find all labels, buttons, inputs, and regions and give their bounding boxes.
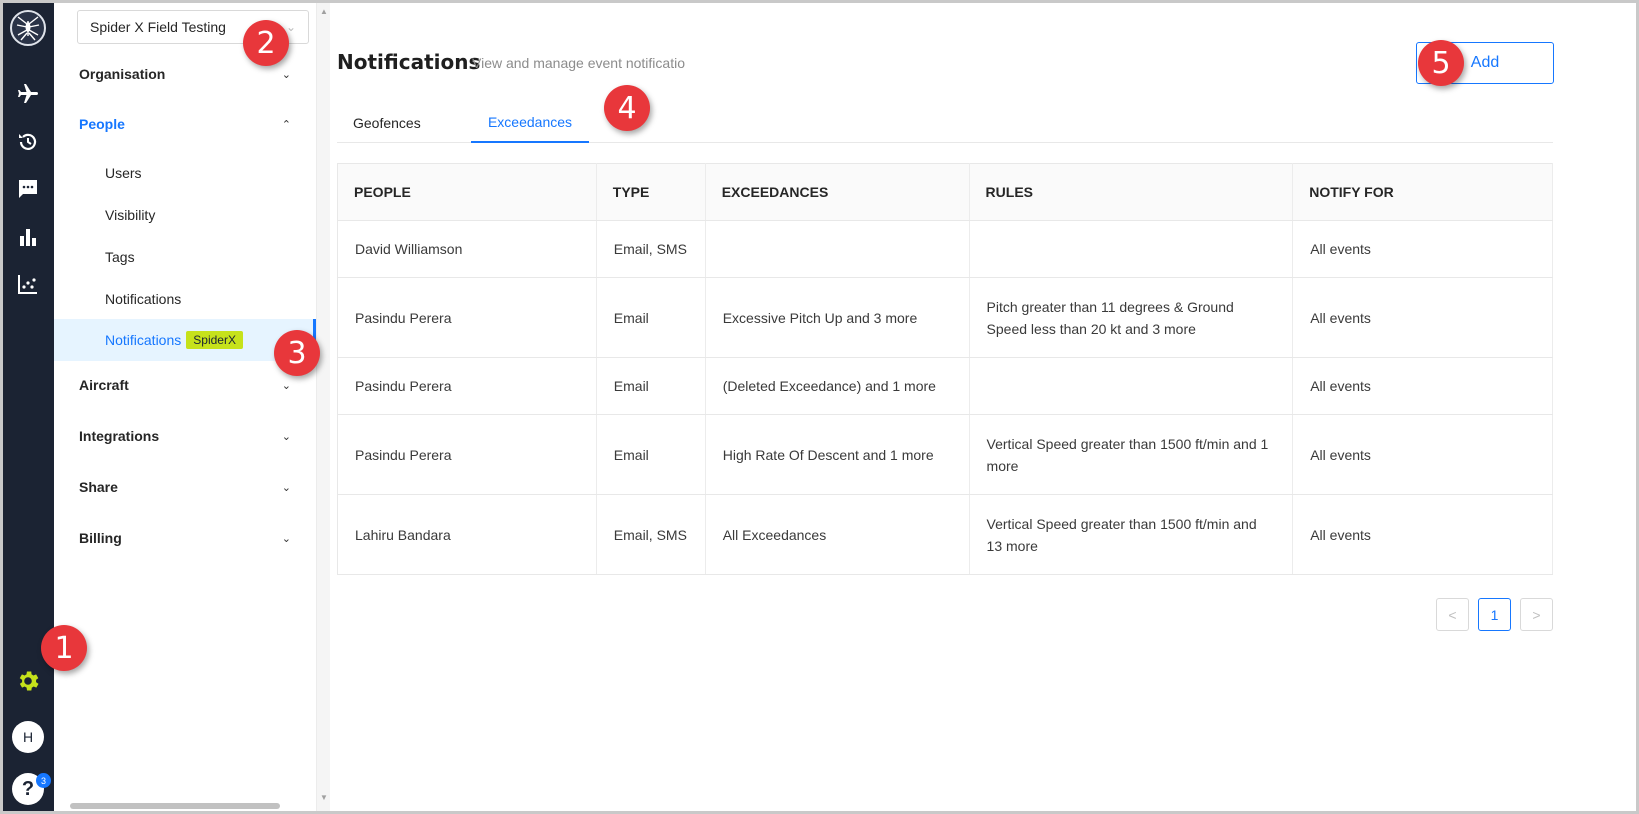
- cell-notify-for: All events: [1292, 414, 1553, 495]
- cell-type: Email, SMS: [596, 220, 706, 278]
- cell-notify-for: All events: [1292, 494, 1553, 575]
- pagination-page-1[interactable]: 1: [1478, 598, 1511, 631]
- help-badge: 3: [36, 773, 51, 788]
- cell-rules: Vertical Speed greater than 1500 ft/min …: [969, 494, 1294, 575]
- tab-label: Geofences: [353, 114, 421, 131]
- menu-item-tags[interactable]: Tags: [54, 237, 316, 277]
- column-header-type: TYPE: [596, 163, 706, 221]
- column-header-rules: RULES: [969, 163, 1294, 221]
- menu-item-visibility[interactable]: Visibility: [54, 195, 316, 235]
- menu-section-integrations[interactable]: Integrations ⌄: [54, 418, 316, 454]
- callout-2: 2: [243, 20, 289, 66]
- cell-notify-for: All events: [1292, 277, 1553, 358]
- icon-rail: H ? 3: [3, 3, 59, 811]
- cell-type: Email: [596, 357, 706, 415]
- scroll-down-icon[interactable]: ▼: [320, 793, 328, 802]
- menu-section-label: Organisation: [79, 66, 166, 82]
- cell-type: Email, SMS: [596, 494, 706, 575]
- spiderx-tag: SpiderX: [186, 331, 243, 349]
- cell-type: Email: [596, 277, 706, 358]
- menu-item-label: Users: [105, 165, 142, 181]
- chevron-down-icon: ⌄: [281, 481, 291, 494]
- column-header-people: PEOPLE: [337, 163, 597, 221]
- cell-type: Email: [596, 414, 706, 495]
- main-content: Notifications View and manage event noti…: [330, 3, 1636, 811]
- app-window: H ? 3 Spider X Field Testing ⌄ Organisat…: [0, 0, 1639, 814]
- plane-icon[interactable]: [15, 81, 41, 107]
- menu-section-label: Share: [79, 479, 118, 495]
- cell-notify-for: All events: [1292, 357, 1553, 415]
- scatter-chart-icon[interactable]: [15, 271, 41, 297]
- table-row[interactable]: Pasindu Perera Email Excessive Pitch Up …: [337, 277, 1553, 358]
- callout-3: 3: [274, 330, 320, 376]
- cell-rules: Pitch greater than 11 degrees & Ground S…: [969, 277, 1294, 358]
- table-row[interactable]: Lahiru Bandara Email, SMS All Exceedance…: [337, 494, 1553, 575]
- page-title: Notifications: [337, 50, 481, 74]
- tab-geofences[interactable]: Geofences: [353, 102, 443, 143]
- cell-rules: [969, 357, 1294, 415]
- notifications-table: PEOPLE TYPE EXCEEDANCES RULES NOTIFY FOR…: [337, 163, 1553, 575]
- cell-people: Pasindu Perera: [337, 357, 597, 415]
- cell-exceedances: All Exceedances: [705, 494, 970, 575]
- cell-people: Pasindu Perera: [337, 277, 597, 358]
- cell-exceedances: High Rate Of Descent and 1 more: [705, 414, 970, 495]
- pagination-next-button[interactable]: >: [1520, 598, 1553, 631]
- menu-item-users[interactable]: Users: [54, 153, 316, 193]
- callout-4: 4: [604, 85, 650, 131]
- menu-section-label: Aircraft: [79, 377, 129, 393]
- gear-icon[interactable]: [15, 668, 41, 694]
- menu-section-share[interactable]: Share ⌄: [54, 469, 316, 505]
- chevron-down-icon: ⌄: [285, 20, 296, 34]
- chevron-down-icon: ⌄: [281, 532, 291, 545]
- cell-rules: [969, 220, 1294, 278]
- chevron-down-icon: ⌄: [281, 68, 291, 81]
- chevron-up-icon: ⌃: [281, 118, 291, 131]
- cell-exceedances: Excessive Pitch Up and 3 more: [705, 277, 970, 358]
- table-row[interactable]: David Williamson Email, SMS All events: [337, 220, 1553, 278]
- cell-rules: Vertical Speed greater than 1500 ft/min …: [969, 414, 1294, 495]
- menu-item-notifications[interactable]: Notifications: [54, 279, 316, 319]
- tab-exceedances[interactable]: Exceedances: [471, 102, 589, 143]
- settings-sidebar: Spider X Field Testing ⌄ Organisation ⌄ …: [54, 3, 330, 811]
- organisation-select-value: Spider X Field Testing: [90, 19, 226, 35]
- chevron-down-icon: ⌄: [281, 430, 291, 443]
- bar-chart-icon[interactable]: [15, 224, 41, 250]
- history-icon[interactable]: [15, 129, 41, 155]
- cell-exceedances: [705, 220, 970, 278]
- page-subtitle: View and manage event notificatio: [472, 55, 685, 71]
- menu-section-billing[interactable]: Billing ⌄: [54, 520, 316, 556]
- chevron-down-icon: ⌄: [281, 379, 291, 392]
- menu-item-label: Notifications: [105, 332, 182, 348]
- spider-logo-icon[interactable]: [10, 10, 46, 46]
- avatar[interactable]: H: [12, 721, 44, 753]
- callout-5: 5: [1418, 40, 1464, 86]
- cell-notify-for: All events: [1292, 220, 1553, 278]
- chat-icon[interactable]: [15, 176, 41, 202]
- scroll-up-icon[interactable]: ▲: [320, 7, 328, 16]
- menu-item-label: Visibility: [105, 207, 156, 223]
- menu-item-label: Tags: [105, 249, 135, 265]
- menu-item-label: Notifications: [105, 291, 182, 307]
- sidebar-scrollbar[interactable]: ▲ ▼: [316, 3, 330, 811]
- menu-section-aircraft[interactable]: Aircraft ⌄: [54, 367, 316, 403]
- callout-1: 1: [41, 625, 87, 671]
- pagination-prev-button[interactable]: <: [1436, 598, 1469, 631]
- tab-bar: Geofences Exceedances: [337, 102, 1553, 143]
- cell-people: Pasindu Perera: [337, 414, 597, 495]
- sidebar-horizontal-scrollbar[interactable]: [70, 803, 280, 809]
- menu-section-label: Integrations: [79, 428, 160, 444]
- menu-section-people[interactable]: People ⌃: [54, 106, 316, 142]
- table-row[interactable]: Pasindu Perera Email High Rate Of Descen…: [337, 414, 1553, 495]
- tab-label: Exceedances: [487, 113, 573, 130]
- column-header-exceedances: EXCEEDANCES: [705, 163, 970, 221]
- table-header-row: PEOPLE TYPE EXCEEDANCES RULES NOTIFY FOR: [337, 163, 1553, 221]
- table-row[interactable]: Pasindu Perera Email (Deleted Exceedance…: [337, 357, 1553, 415]
- column-header-notify-for: NOTIFY FOR: [1292, 163, 1553, 221]
- cell-people: David Williamson: [337, 220, 597, 278]
- cell-people: Lahiru Bandara: [337, 494, 597, 575]
- menu-section-label: People: [79, 116, 125, 132]
- menu-section-label: Billing: [79, 530, 122, 546]
- cell-exceedances: (Deleted Exceedance) and 1 more: [705, 357, 970, 415]
